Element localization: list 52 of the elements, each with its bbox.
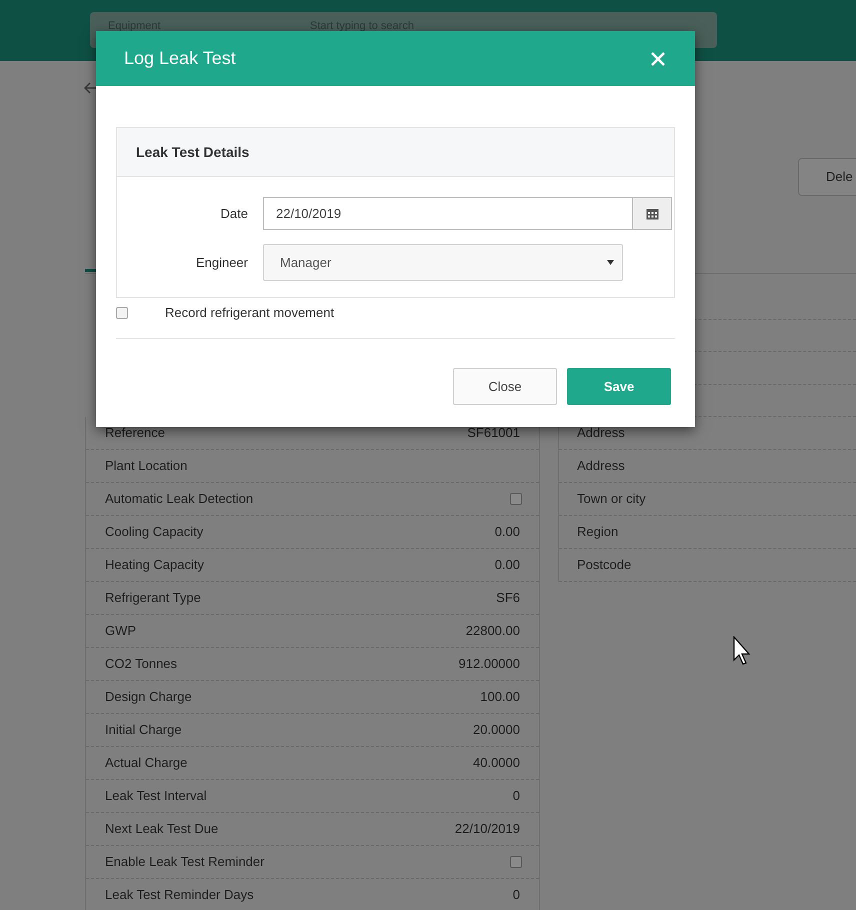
field-value: 0.00	[494, 556, 520, 574]
field-value: 20.0000	[473, 721, 520, 740]
field-value: 22/10/2019	[454, 820, 520, 838]
close-icon[interactable]	[651, 52, 665, 66]
field-label: GWP	[105, 622, 136, 640]
field-label: Cooling Capacity	[105, 523, 204, 542]
field-label: Leak Test Interval	[105, 787, 207, 806]
field-value: 912.00000	[458, 655, 520, 674]
field-value: 0.00	[494, 523, 520, 542]
engineer-label: Engineer	[194, 254, 248, 272]
field-label: Town or city	[577, 490, 646, 508]
field-value: SF61001	[467, 424, 520, 442]
panel-title: Leak Test Details	[136, 142, 250, 162]
field-value: 100.00	[480, 688, 520, 706]
field-label: Plant Location	[105, 457, 188, 476]
checkbox[interactable]	[510, 856, 522, 868]
delete-button[interactable]: Dele	[798, 158, 856, 196]
field-label: Initial Charge	[105, 721, 182, 740]
date-field[interactable]: 22/10/2019	[263, 197, 633, 230]
field-label: CO2 Tonnes	[105, 655, 178, 674]
mouse-cursor-icon	[733, 636, 751, 666]
field-label: Postcode	[577, 556, 632, 574]
field-value: 22800.00	[466, 622, 520, 640]
date-label: Date	[220, 204, 248, 223]
field-label: Address	[577, 424, 625, 442]
field-value: SF6	[496, 589, 520, 608]
calendar-button[interactable]	[633, 197, 672, 230]
engineer-select[interactable]: Manager	[263, 244, 623, 281]
field-label: Reference	[105, 424, 165, 442]
calendar-icon	[646, 208, 658, 220]
save-button[interactable]: Save	[567, 368, 671, 405]
back-arrow-icon[interactable]	[84, 82, 98, 94]
checkbox-label: Record refrigerant movement	[165, 304, 334, 322]
field-value: 0	[512, 787, 520, 806]
field-label: Heating Capacity	[105, 556, 204, 574]
tab-indicator	[85, 269, 96, 272]
field-label: Enable Leak Test Reminder	[105, 853, 264, 872]
field-value: 40.0000	[473, 754, 520, 772]
field-label: Design Charge	[105, 688, 192, 706]
checkbox[interactable]	[510, 493, 522, 505]
caret-icon	[607, 260, 614, 265]
field-label: Leak Test Reminder Days	[105, 886, 254, 904]
field-label: Next Leak Test Due	[105, 820, 218, 838]
field-label: Refrigerant Type	[105, 589, 201, 608]
field-label: Region	[577, 523, 618, 542]
field-label: Automatic Leak Detection	[105, 490, 254, 508]
checkbox[interactable]	[116, 307, 128, 319]
dialog-title: Log Leak Test	[124, 47, 236, 70]
close-button[interactable]: Close	[453, 368, 557, 405]
field-value: 0	[512, 886, 520, 904]
field-label: Actual Charge	[105, 754, 188, 772]
field-label: Address	[577, 457, 625, 476]
